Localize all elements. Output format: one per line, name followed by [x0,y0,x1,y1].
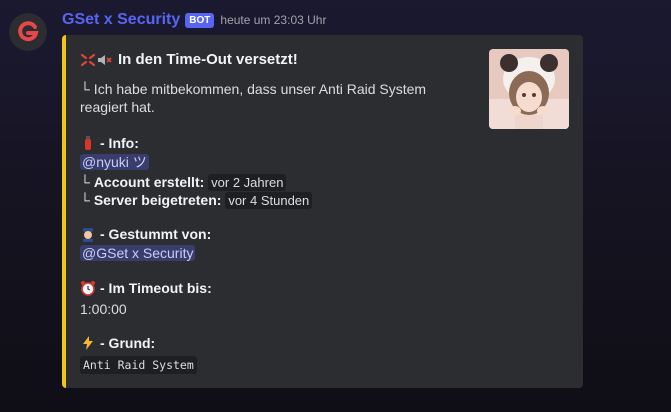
server-joined-label: Server beigetreten: [93,192,222,208]
reason-line: Anti Raid System [80,355,197,374]
reason-value: Anti Raid System [80,356,197,374]
server-joined-value: vor 4 Stunden [225,192,313,209]
user-mention[interactable]: @nyuki ツ [80,154,149,170]
fire-extinguisher-icon [80,135,96,151]
embed-description: └ Ich habe mitbekommen, dass unser Anti … [80,81,427,115]
field-muted-by-heading: - Gestummt von: [80,226,211,242]
embed-title: In den Time-Out versetzt! [118,51,298,68]
embed-title-row: In den Time-Out versetzt! [80,51,298,68]
account-created-label: Account erstellt: [93,174,205,190]
author-name[interactable]: GSet x Security [62,11,180,29]
bot-avatar[interactable] [9,13,47,51]
embed-thumbnail[interactable] [489,49,569,129]
timeout-value: 1:00:00 [80,301,127,317]
message-header: GSet x Security BOT heute um 23:03 Uhr [62,11,326,29]
muted-by-line: @GSet x Security [80,244,196,262]
gset-logo-icon [18,21,39,42]
field-info-heading: - Info: [80,135,139,151]
server-joined-line: └ Server beigetreten: vor 4 Stunden [80,191,313,210]
account-created-line: └ Account erstellt: vor 2 Jahren [80,173,287,192]
lightning-icon [80,335,96,351]
account-created-value: vor 2 Jahren [208,174,287,191]
field-reason-heading: - Grund: [80,335,155,351]
info-user-line: @nyuki ツ [80,153,149,171]
muted-speaker-icon [96,52,112,68]
field-timeout-heading: - Im Timeout bis: [80,280,212,296]
police-officer-icon [80,226,96,242]
bot-mention[interactable]: @GSet x Security [80,245,196,261]
alarm-clock-icon [80,280,96,296]
message-timestamp[interactable]: heute um 23:03 Uhr [220,13,326,27]
embed-card: In den Time-Out versetzt! └ Ich habe mit… [62,35,583,388]
bot-badge: BOT [185,12,215,28]
anime-avatar-image [489,49,569,129]
anger-icon [80,52,96,68]
